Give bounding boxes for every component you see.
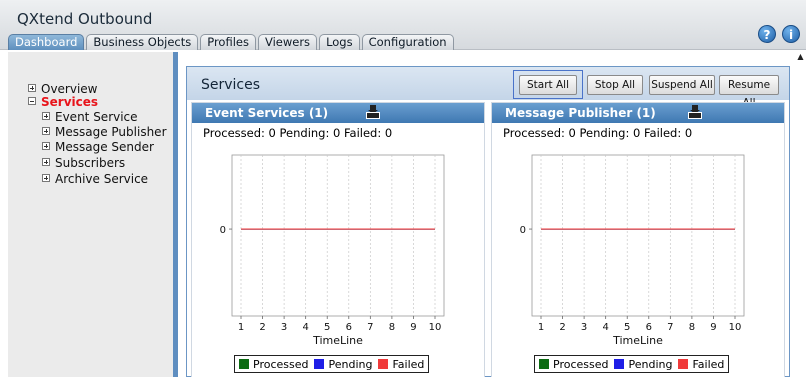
x-tick-label: 4 — [602, 322, 608, 333]
legend-item-failed: Failed — [678, 358, 724, 371]
x-tick-label: 9 — [710, 322, 716, 333]
help-icon[interactable]: ? — [758, 25, 776, 43]
sidebar: Overview Services Event Service Message … — [8, 52, 178, 377]
y-tick-label: 0 — [220, 225, 226, 236]
tab-configuration[interactable]: Configuration — [361, 34, 454, 50]
x-tick-label: 7 — [667, 322, 673, 333]
scroll-up-arrow-icon[interactable]: ▲ — [795, 52, 806, 62]
legend-item-failed: Failed — [378, 358, 424, 371]
tab-profiles[interactable]: Profiles — [200, 34, 256, 50]
x-tick-label: 8 — [389, 322, 395, 333]
chart-legend: Processed Pending Failed — [234, 355, 430, 373]
sidebar-item-services[interactable]: Services — [28, 95, 98, 109]
plot-area — [531, 154, 745, 317]
services-panel: Services Start All Stop All Suspend All … — [186, 66, 790, 377]
event-services-chart: 1 2 3 4 5 6 7 8 9 10 0 TimeLine — [220, 154, 445, 347]
x-tick-label: 5 — [324, 322, 330, 333]
expand-icon[interactable] — [42, 142, 50, 150]
sidebar-item-label: Overview — [41, 82, 98, 96]
x-tick-label: 6 — [346, 322, 352, 333]
y-tick-label: 0 — [520, 225, 526, 236]
event-services-panel: Event Services (1) Processed: 0 Pending:… — [191, 102, 485, 377]
message-publisher-chart: 1 2 3 4 5 6 7 8 9 10 0 TimeLine — [520, 154, 745, 347]
collapse-icon[interactable] — [28, 97, 36, 105]
sidebar-item-label: Subscribers — [55, 156, 126, 170]
x-tick-label: 1 — [538, 322, 544, 333]
panel-header: Message Publisher (1) — [492, 103, 784, 123]
x-tick-label: 5 — [624, 322, 630, 333]
x-tick-label: 10 — [729, 322, 742, 333]
chart-legend: Processed Pending Failed — [534, 355, 730, 373]
x-tick-label: 3 — [281, 322, 287, 333]
expand-icon[interactable] — [28, 84, 36, 92]
sidebar-item-message-sender[interactable]: Message Sender — [42, 140, 154, 154]
sidebar-item-label: Services — [41, 95, 99, 109]
x-tick-label: 6 — [646, 322, 652, 333]
app-title: QXtend Outbound — [17, 10, 153, 28]
stop-all-button[interactable]: Stop All — [587, 75, 643, 95]
legend-item-processed: Processed — [239, 358, 308, 371]
panel-header: Event Services (1) — [192, 103, 484, 123]
sidebar-item-overview[interactable]: Overview — [28, 82, 98, 96]
expand-icon[interactable] — [42, 174, 50, 182]
download-icon[interactable] — [366, 105, 380, 119]
page-title: Services — [201, 77, 261, 93]
sidebar-item-event-service[interactable]: Event Service — [42, 110, 138, 124]
x-tick-label: 2 — [559, 322, 565, 333]
start-all-button[interactable]: Start All — [519, 75, 577, 95]
x-tick-label: 7 — [367, 322, 373, 333]
panel-stats: Processed: 0 Pending: 0 Failed: 0 — [203, 126, 393, 140]
main-tabs: Dashboard Business Objects Profiles View… — [8, 34, 456, 51]
sidebar-item-label: Archive Service — [55, 172, 149, 186]
info-icon[interactable]: i — [782, 25, 800, 43]
expand-icon[interactable] — [42, 112, 50, 120]
sidebar-item-label: Message Sender — [55, 140, 154, 154]
app-header: QXtend Outbound Dashboard Business Objec… — [0, 0, 806, 50]
sidebar-item-archive-service[interactable]: Archive Service — [42, 172, 148, 186]
sidebar-item-message-publisher[interactable]: Message Publisher — [42, 125, 167, 139]
x-axis-label: TimeLine — [312, 334, 363, 347]
suspend-all-button[interactable]: Suspend All — [649, 75, 715, 95]
x-tick-label: 3 — [581, 322, 587, 333]
expand-icon[interactable] — [42, 158, 50, 166]
legend-item-pending: Pending — [614, 358, 672, 371]
tab-dashboard[interactable]: Dashboard — [8, 34, 85, 50]
download-icon[interactable] — [688, 105, 702, 119]
x-tick-label: 8 — [689, 322, 695, 333]
tab-logs[interactable]: Logs — [319, 34, 360, 50]
services-header: Services Start All Stop All Suspend All … — [187, 67, 789, 109]
panel-title: Message Publisher (1) — [505, 106, 656, 120]
sidebar-item-label: Event Service — [55, 110, 138, 124]
x-tick-label: 2 — [259, 322, 265, 333]
message-publisher-panel: Message Publisher (1) Processed: 0 Pendi… — [491, 102, 785, 377]
x-tick-label: 4 — [302, 322, 308, 333]
x-tick-label: 1 — [238, 322, 244, 333]
panel-stats: Processed: 0 Pending: 0 Failed: 0 — [503, 126, 693, 140]
sidebar-item-subscribers[interactable]: Subscribers — [42, 156, 125, 170]
tab-business-objects[interactable]: Business Objects — [86, 34, 199, 50]
x-tick-label: 10 — [429, 322, 442, 333]
x-tick-label: 9 — [410, 322, 416, 333]
legend-item-pending: Pending — [314, 358, 372, 371]
panel-title: Event Services (1) — [205, 106, 329, 120]
plot-area — [231, 154, 445, 317]
sidebar-item-label: Message Publisher — [55, 125, 167, 139]
tab-viewers[interactable]: Viewers — [257, 34, 318, 50]
legend-item-processed: Processed — [539, 358, 608, 371]
x-axis-label: TimeLine — [612, 334, 663, 347]
expand-icon[interactable] — [42, 127, 50, 135]
resume-all-button[interactable]: Resume All — [719, 75, 779, 109]
